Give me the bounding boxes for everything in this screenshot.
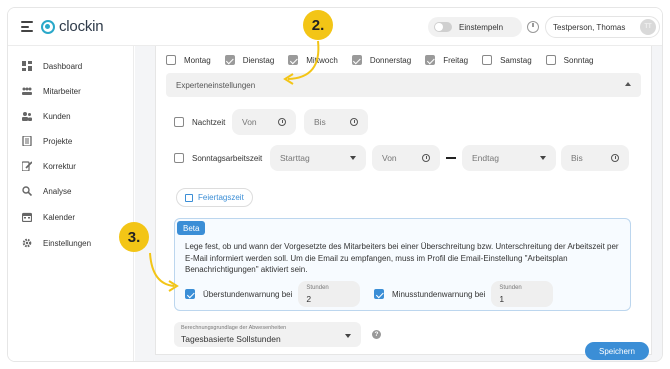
- menu-collapse-icon[interactable]: [21, 21, 33, 32]
- sidebar-item-customers[interactable]: Kunden: [22, 109, 71, 123]
- chevron-up-icon: [625, 82, 631, 86]
- sunday-work-row: Sonntagsarbeitszeit Starttag Von Endtag …: [174, 145, 629, 171]
- expert-settings-accordion[interactable]: Experteneinstellungen: [166, 73, 641, 97]
- sidebar-item-analysis[interactable]: Analyse: [22, 184, 71, 198]
- sunday-from-input[interactable]: Von: [372, 145, 440, 171]
- night-to-input[interactable]: Bis: [304, 109, 368, 135]
- day-mittwoch[interactable]: Mittwoch: [288, 55, 338, 65]
- range-dash: [446, 156, 456, 160]
- day-samstag[interactable]: Samstag: [482, 55, 532, 65]
- sidebar-item-label: Kalender: [43, 212, 76, 222]
- overtime-warning-row: Überstundenwarnung bei Stunden 2: [185, 281, 361, 307]
- overtime-hours-input[interactable]: Stunden 2: [298, 281, 361, 307]
- sunday-start-day-select[interactable]: Starttag: [270, 145, 366, 171]
- clock-icon: [350, 118, 358, 126]
- day-montag[interactable]: Montag: [166, 55, 211, 65]
- beta-info-box: Beta Lege fest, ob und wann der Vorgeset…: [174, 218, 631, 311]
- sidebar-item-calendar[interactable]: Kalender: [22, 210, 75, 224]
- projects-icon: [22, 136, 32, 146]
- settings-card: Montag Dienstag Mittwoch Donnerstag Frei…: [155, 46, 652, 355]
- sidebar-item-label: Projekte: [43, 136, 73, 146]
- clock-icon: [611, 154, 619, 162]
- chevron-down-icon: [540, 156, 546, 160]
- night-time-row: Nachtzeit Von Bis: [174, 109, 368, 135]
- sidebar: Dashboard Mitarbeiter Kunden Projekte Ko…: [8, 46, 134, 361]
- sidebar-item-label: Einstellungen: [43, 238, 92, 248]
- toggle-switch-icon[interactable]: [434, 22, 452, 32]
- stamp-label: Einstempeln: [459, 22, 504, 32]
- clockin-logo-icon: [41, 19, 55, 34]
- logo-text: clockin: [59, 18, 104, 35]
- sunday-to-input[interactable]: Bis: [561, 145, 629, 171]
- checkbox[interactable]: [288, 55, 299, 65]
- sidebar-item-label: Mitarbeiter: [43, 86, 81, 96]
- sunday-work-label: Sonntagsarbeitszeit: [192, 153, 263, 163]
- sidebar-item-label: Kunden: [43, 111, 71, 121]
- help-icon[interactable]: ?: [372, 330, 381, 339]
- external-link-icon: [185, 193, 193, 202]
- avatar: TT: [640, 19, 656, 35]
- chevron-down-icon: [345, 334, 351, 338]
- user-menu[interactable]: Testperson, Thomas TT: [545, 16, 660, 38]
- absence-basis-select[interactable]: Berechnungsgrundlage der Abwesenheiten T…: [174, 322, 361, 347]
- day-dienstag[interactable]: Dienstag: [224, 55, 274, 65]
- app-window: clockin Einstempeln Testperson, Thomas T…: [7, 7, 663, 362]
- undertime-hours-input[interactable]: Stunden 1: [491, 281, 554, 307]
- day-freitag[interactable]: Freitag: [425, 55, 468, 65]
- clock-icon: [422, 154, 430, 162]
- checkbox[interactable]: [224, 55, 235, 65]
- save-button[interactable]: Speichern: [585, 342, 649, 360]
- expert-settings-label: Experteneinstellungen: [176, 80, 256, 90]
- employees-icon: [22, 87, 32, 95]
- night-time-label: Nachtzeit: [192, 117, 226, 127]
- dashboard-icon: [22, 61, 32, 71]
- sidebar-item-label: Korrektur: [43, 161, 76, 171]
- undertime-warning-checkbox[interactable]: [374, 289, 384, 299]
- weekday-checkboxes: Montag Dienstag Mittwoch Donnerstag Frei…: [166, 55, 607, 65]
- correction-icon: [22, 161, 32, 171]
- chevron-down-icon: [350, 156, 356, 160]
- overtime-warning-checkbox[interactable]: [185, 289, 195, 299]
- undertime-warning-row: Minusstundenwarnung bei Stunden 1: [374, 281, 554, 307]
- step-3-badge: 3.: [119, 222, 149, 252]
- sidebar-item-label: Analyse: [43, 186, 72, 196]
- sidebar-item-label: Dashboard: [43, 61, 83, 71]
- beta-badge: Beta: [177, 221, 206, 235]
- sidebar-item-correction[interactable]: Korrektur: [22, 159, 76, 173]
- analysis-icon: [22, 186, 32, 196]
- step-2-badge: 2.: [303, 10, 333, 40]
- history-icon[interactable]: [527, 21, 539, 33]
- clock-icon: [278, 118, 286, 126]
- settings-icon: [22, 238, 32, 248]
- checkbox[interactable]: [425, 55, 436, 65]
- customers-icon: [22, 112, 32, 121]
- sidebar-item-dashboard[interactable]: Dashboard: [22, 59, 82, 73]
- day-donnerstag[interactable]: Donnerstag: [351, 55, 411, 65]
- sidebar-item-employees[interactable]: Mitarbeiter: [22, 84, 81, 98]
- checkbox[interactable]: [545, 55, 556, 65]
- top-bar: clockin Einstempeln Testperson, Thomas T…: [8, 8, 662, 46]
- checkbox[interactable]: [166, 55, 176, 65]
- logo[interactable]: clockin: [41, 18, 104, 35]
- beta-description: Lege fest, ob und wann der Vorgesetzte d…: [185, 242, 619, 274]
- calendar-icon: [22, 212, 32, 222]
- night-from-input[interactable]: Von: [232, 109, 296, 135]
- day-sonntag[interactable]: Sonntag: [545, 55, 593, 65]
- stamp-toggle[interactable]: Einstempeln: [428, 17, 522, 37]
- sunday-work-checkbox[interactable]: [174, 153, 184, 163]
- undertime-warning-label: Minusstundenwarnung bei: [392, 289, 486, 299]
- sunday-end-day-select[interactable]: Endtag: [462, 145, 556, 171]
- main-content: Montag Dienstag Mittwoch Donnerstag Frei…: [135, 46, 662, 361]
- checkbox[interactable]: [351, 55, 362, 65]
- overtime-warning-label: Überstundenwarnung bei: [203, 289, 293, 299]
- holiday-time-button[interactable]: Feiertagszeit: [176, 188, 253, 207]
- sidebar-item-projects[interactable]: Projekte: [22, 134, 72, 148]
- checkbox[interactable]: [482, 55, 493, 65]
- sidebar-item-settings[interactable]: Einstellungen: [22, 236, 91, 250]
- user-name: Testperson, Thomas: [553, 22, 626, 32]
- night-time-checkbox[interactable]: [174, 117, 184, 127]
